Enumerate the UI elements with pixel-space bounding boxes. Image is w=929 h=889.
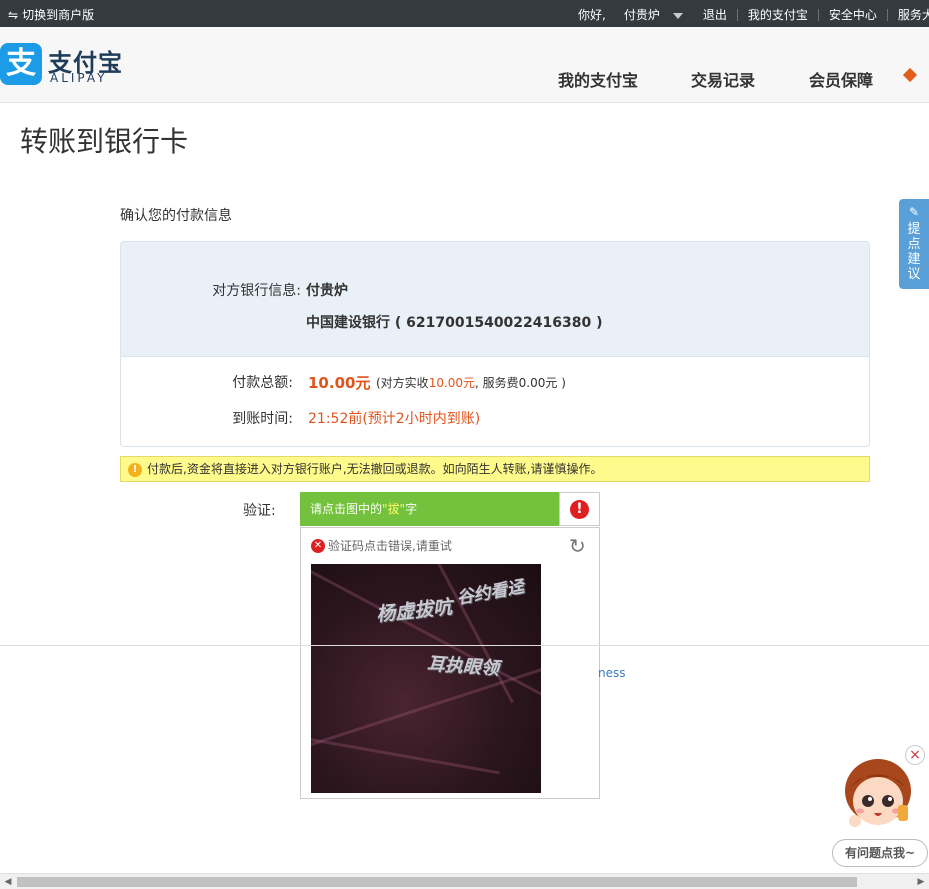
section-title: 确认您的付款信息 bbox=[120, 208, 232, 224]
alert-icon: ! bbox=[570, 500, 589, 519]
arrival-time-label: 到账时间: bbox=[232, 411, 293, 427]
arrival-time-value: 21:52前(预计2小时内到账) bbox=[308, 411, 481, 427]
amount-label: 付款总额: bbox=[232, 375, 293, 391]
captcha-error: ✕ 验证码点击错误,请重试 bbox=[311, 537, 452, 554]
amount-detail: (对方实收10.00元, 服务费0.00元 ) bbox=[376, 376, 566, 390]
help-bubble[interactable]: 有问题点我~ bbox=[832, 839, 928, 867]
payee-label: 对方银行信息: bbox=[212, 283, 301, 299]
received-amount: 10.00元 bbox=[428, 376, 476, 390]
warning-icon: ! bbox=[128, 463, 142, 477]
scroll-right-icon[interactable]: ▶ bbox=[913, 874, 929, 889]
switch-icon: ⇋ bbox=[8, 7, 19, 22]
nav-marker-icon bbox=[902, 67, 918, 83]
top-bar: ⇋ 切换到商户版 你好, 付贵炉 退出 我的支付宝 安全中心 服务大 bbox=[0, 0, 929, 27]
page-title: 转账到银行卡 bbox=[20, 125, 189, 158]
logo-subtext: ALIPAY bbox=[50, 71, 108, 85]
footer-link[interactable]: ness bbox=[598, 666, 626, 680]
chevron-down-icon bbox=[672, 12, 683, 19]
captcha-trigger[interactable]: 请点击图中的"拔"字 bbox=[300, 492, 559, 526]
nav-my-alipay[interactable]: 我的支付宝 bbox=[558, 67, 638, 91]
user-menu[interactable]: 付贵炉 bbox=[610, 6, 693, 23]
captcha-noise bbox=[311, 736, 500, 775]
payment-info-card: 对方银行信息: 付贵炉 中国建设银行 ( 6217001540022416380… bbox=[120, 241, 870, 447]
captcha-image[interactable]: 谷约看迳 杨虚拔吭 耳执眼领 bbox=[311, 564, 541, 793]
horizontal-scrollbar[interactable]: ◀ ▶ bbox=[0, 873, 929, 889]
verify-status: ! bbox=[559, 492, 600, 526]
scroll-left-icon[interactable]: ◀ bbox=[0, 874, 16, 889]
captcha-popup: ✕ 验证码点击错误,请重试 ↻ 谷约看迳 杨虚拔吭 耳执眼领 bbox=[300, 527, 600, 799]
service-link[interactable]: 服务大 bbox=[888, 6, 929, 23]
feedback-tab[interactable]: ✎ 提点建议 bbox=[899, 199, 929, 289]
verify-label: 验证: bbox=[243, 503, 276, 519]
target-char: "拔" bbox=[382, 502, 406, 516]
user-name: 付贵炉 bbox=[623, 8, 660, 22]
amount-value: 10.00元 bbox=[308, 374, 371, 392]
security-center-link[interactable]: 安全中心 bbox=[819, 6, 887, 23]
feedback-label: 提点建议 bbox=[907, 222, 921, 282]
alipay-logo-icon[interactable]: 支 bbox=[0, 43, 42, 85]
nav-transactions[interactable]: 交易记录 bbox=[691, 67, 755, 91]
greeting: 你好, bbox=[578, 8, 606, 22]
payee-bank: 中国建设银行 ( 6217001540022416380 ) bbox=[306, 315, 603, 331]
mascot-avatar-icon[interactable] bbox=[843, 757, 913, 832]
scrollbar-thumb[interactable] bbox=[17, 877, 857, 887]
warning-text: 付款后,资金将直接进入对方银行账户,无法撤回或退款。如向陌生人转账,请谨慎操作。 bbox=[147, 462, 603, 476]
captcha-word[interactable]: 耳执眼领 bbox=[426, 650, 500, 681]
nav-member-protection[interactable]: 会员保障 bbox=[809, 67, 873, 91]
captcha-word[interactable]: 杨虚拔吭 bbox=[375, 592, 453, 627]
payee-name: 付贵炉 bbox=[306, 283, 348, 299]
captcha-word[interactable]: 谷约看迳 bbox=[454, 572, 525, 609]
my-alipay-link[interactable]: 我的支付宝 bbox=[738, 6, 818, 23]
refresh-icon[interactable]: ↻ bbox=[569, 534, 586, 558]
top-bar-menu: 你好, 付贵炉 退出 我的支付宝 安全中心 服务大 bbox=[568, 6, 929, 23]
error-icon: ✕ bbox=[311, 538, 325, 553]
warning-banner: ! 付款后,资金将直接进入对方银行账户,无法撤回或退款。如向陌生人转账,请谨慎操… bbox=[120, 456, 870, 482]
site-header: 支 支付宝 ALIPAY 我的支付宝 交易记录 会员保障 bbox=[0, 27, 929, 103]
payee-panel: 对方银行信息: 付贵炉 中国建设银行 ( 6217001540022416380… bbox=[121, 242, 869, 357]
pencil-icon: ✎ bbox=[908, 205, 920, 219]
logout-link[interactable]: 退出 bbox=[693, 6, 737, 23]
captcha-error-text: 验证码点击错误,请重试 bbox=[328, 539, 452, 553]
switch-merchant-label: 切换到商户版 bbox=[22, 8, 95, 22]
switch-merchant-link[interactable]: ⇋ 切换到商户版 bbox=[8, 6, 94, 23]
page-divider bbox=[0, 645, 929, 646]
